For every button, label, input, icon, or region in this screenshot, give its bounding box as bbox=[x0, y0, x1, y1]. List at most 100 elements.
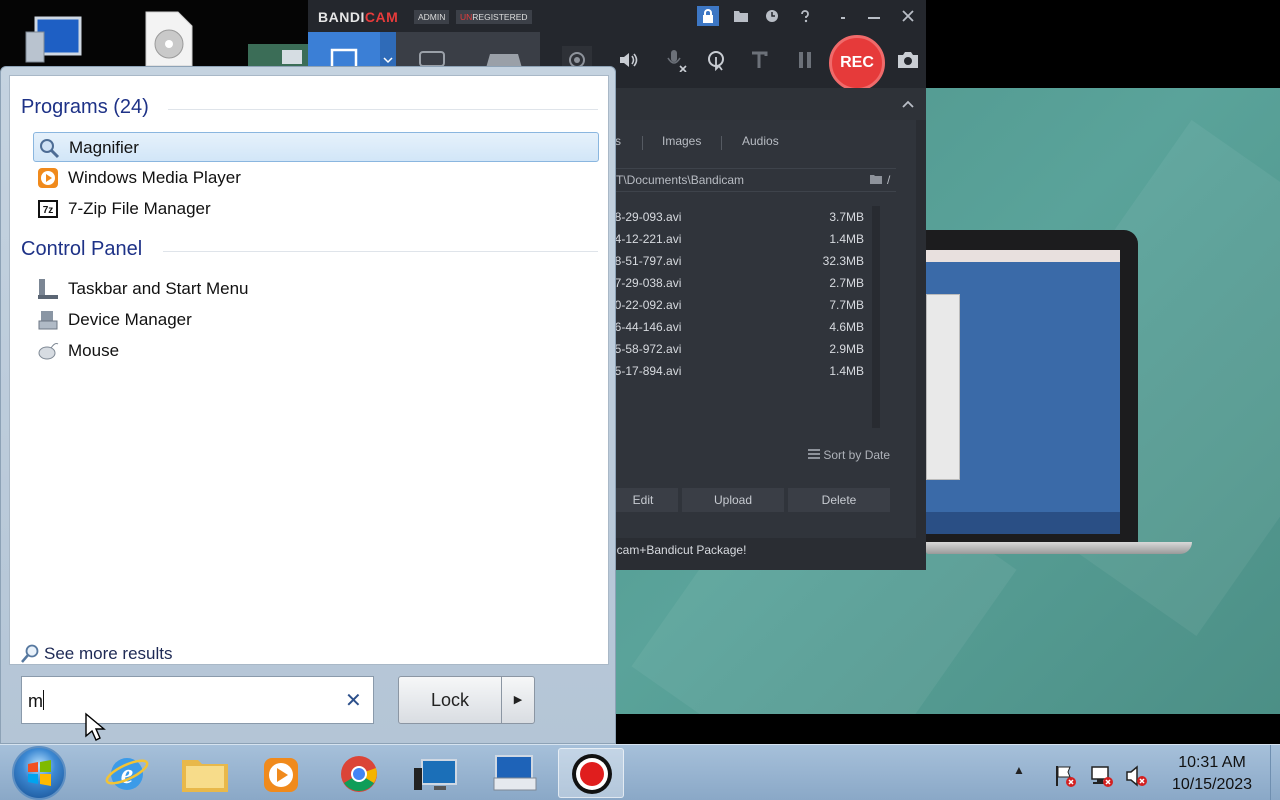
result-label: 7-Zip File Manager bbox=[68, 199, 211, 218]
output-folder-path[interactable]: ET\Documents\Bandicam / bbox=[608, 168, 896, 192]
file-list-scrollbar[interactable] bbox=[872, 206, 880, 428]
taskbar-bandicam[interactable] bbox=[558, 748, 624, 798]
search-input-value: m bbox=[28, 690, 44, 711]
search-icon bbox=[21, 644, 39, 663]
speaker-icon[interactable] bbox=[614, 46, 644, 74]
system-clock[interactable]: 10:31 AM 10/15/2023 bbox=[1160, 752, 1264, 796]
file-size: 32.3MB bbox=[822, 254, 864, 268]
result-device-manager[interactable]: Device Manager bbox=[33, 305, 599, 335]
file-row[interactable]: 24-12-221.avi 1.4MB bbox=[608, 228, 888, 250]
admin-badge: ADMIN bbox=[414, 10, 450, 24]
result-7zip-file-manager[interactable]: 7z 7-Zip File Manager bbox=[33, 194, 599, 224]
clear-search-icon[interactable]: ✕ bbox=[345, 688, 362, 713]
upload-button[interactable]: Upload bbox=[682, 488, 784, 512]
minimize-icon[interactable] bbox=[863, 6, 885, 26]
result-windows-media-player[interactable]: Windows Media Player bbox=[33, 163, 599, 193]
file-size: 1.4MB bbox=[829, 232, 864, 246]
file-name: 28-29-093.avi bbox=[608, 210, 682, 224]
result-label: Mouse bbox=[68, 341, 120, 360]
help-icon[interactable] bbox=[794, 6, 816, 26]
file-name: 25-58-972.avi bbox=[608, 342, 682, 356]
start-search-input[interactable]: m ✕ bbox=[21, 676, 374, 724]
taskbar-remote-desktop[interactable] bbox=[404, 748, 470, 798]
lock-button[interactable]: Lock bbox=[398, 676, 502, 724]
start-menu: Programs (24) Magnifier Windows Media Pl… bbox=[0, 66, 616, 744]
mouse-cursor-icon bbox=[84, 712, 106, 742]
taskbar-internet-explorer[interactable]: e bbox=[94, 748, 160, 798]
start-button[interactable] bbox=[12, 746, 66, 800]
bandicam-titlebar: BANDICAM ADMIN UNREGISTERED bbox=[308, 0, 926, 32]
action-center-flag-icon[interactable] bbox=[1054, 764, 1076, 787]
file-row[interactable]: 07-29-038.avi 2.7MB bbox=[608, 272, 888, 294]
device-manager-icon bbox=[37, 309, 59, 331]
taskbar-file-explorer[interactable] bbox=[172, 748, 238, 798]
output-path-suffix: / bbox=[887, 173, 891, 187]
result-magnifier[interactable]: Magnifier bbox=[33, 132, 599, 162]
collapse-chevron-icon[interactable] bbox=[901, 99, 915, 109]
clock-date: 10/15/2023 bbox=[1171, 776, 1253, 793]
record-button[interactable]: REC bbox=[829, 35, 885, 91]
mouse-icon bbox=[37, 340, 59, 362]
cursor-effect-icon[interactable] bbox=[702, 46, 732, 74]
tab-images[interactable]: Images bbox=[662, 134, 701, 148]
promo-link[interactable]: icam+Bandicut Package! bbox=[614, 543, 746, 557]
recorded-file-list: 28-29-093.avi 3.7MB 24-12-221.avi 1.4MB 08… bbox=[608, 206, 888, 382]
delete-button[interactable]: Delete bbox=[788, 488, 890, 512]
file-name: 07-29-038.avi bbox=[608, 276, 682, 290]
file-row[interactable]: 08-51-797.avi 32.3MB bbox=[608, 250, 888, 272]
file-size: 3.7MB bbox=[829, 210, 864, 224]
show-desktop-button[interactable] bbox=[1270, 745, 1280, 800]
group-divider bbox=[163, 251, 598, 252]
record-icon bbox=[572, 754, 612, 794]
microphone-off-icon[interactable] bbox=[660, 46, 690, 74]
folder-open-icon[interactable] bbox=[870, 169, 882, 191]
network-disconnected-icon[interactable] bbox=[1090, 764, 1113, 787]
file-actions: Edit Upload Delete bbox=[608, 488, 896, 512]
taskbar-media-player[interactable] bbox=[248, 748, 314, 798]
group-divider bbox=[168, 109, 598, 110]
tab-separator bbox=[642, 136, 643, 150]
show-hidden-icons-chevron[interactable]: ▲ bbox=[1013, 763, 1033, 783]
edit-button[interactable]: Edit bbox=[608, 488, 678, 512]
file-size: 7.7MB bbox=[829, 298, 864, 312]
taskbar-onscreen-keyboard[interactable] bbox=[482, 748, 548, 798]
laptop-screen bbox=[926, 230, 1138, 542]
file-row[interactable]: 30-22-092.avi 7.7MB bbox=[608, 294, 888, 316]
file-row[interactable]: 28-29-093.avi 3.7MB bbox=[608, 206, 888, 228]
sort-button[interactable]: Sort by Date bbox=[808, 448, 890, 462]
file-row[interactable]: 15-17-894.avi 1.4MB bbox=[608, 360, 888, 382]
file-name: 24-12-221.avi bbox=[608, 232, 682, 246]
result-taskbar-and-start-menu[interactable]: Taskbar and Start Menu bbox=[33, 274, 599, 304]
computer-desktop-icon[interactable] bbox=[22, 10, 82, 66]
file-row[interactable]: 26-44-146.avi 4.6MB bbox=[608, 316, 888, 338]
sort-label: Sort by Date bbox=[823, 448, 891, 462]
file-name: 30-22-092.avi bbox=[608, 298, 682, 312]
close-icon[interactable] bbox=[897, 6, 919, 26]
media-player-icon bbox=[264, 758, 298, 792]
volume-muted-icon[interactable] bbox=[1125, 764, 1147, 787]
taskbar-chrome[interactable] bbox=[326, 748, 392, 798]
text-overlay-icon[interactable] bbox=[744, 46, 774, 74]
shutdown-options-arrow-button[interactable]: ▶ bbox=[501, 676, 535, 724]
file-row[interactable]: 25-58-972.avi 2.9MB bbox=[608, 338, 888, 360]
disc-file-desktop-icon[interactable] bbox=[142, 10, 194, 67]
laptop-base bbox=[926, 542, 1192, 554]
magnifier-icon bbox=[38, 137, 60, 159]
result-mouse[interactable]: Mouse bbox=[33, 336, 599, 366]
taskbar-icon bbox=[37, 278, 59, 300]
lock-icon[interactable] bbox=[697, 6, 719, 26]
file-name: 26-44-146.avi bbox=[608, 320, 682, 334]
internet-explorer-icon: e bbox=[105, 758, 149, 790]
laptop-menubar bbox=[926, 250, 1120, 262]
svg-text:7z: 7z bbox=[43, 205, 54, 216]
control-panel-group-header: Control Panel bbox=[21, 238, 143, 260]
laptop-window bbox=[926, 294, 960, 480]
keyboard-icon bbox=[493, 755, 537, 791]
minimize-to-tray-icon[interactable] bbox=[832, 6, 854, 26]
screenshot-camera-icon[interactable] bbox=[893, 46, 923, 74]
clock-icon[interactable] bbox=[761, 6, 783, 26]
bandicam-output-panel: s Images Audios ET\Documents\Bandicam / … bbox=[608, 120, 916, 538]
pause-icon[interactable] bbox=[790, 46, 820, 74]
tab-audios[interactable]: Audios bbox=[742, 134, 779, 148]
folder-icon[interactable] bbox=[730, 6, 752, 26]
